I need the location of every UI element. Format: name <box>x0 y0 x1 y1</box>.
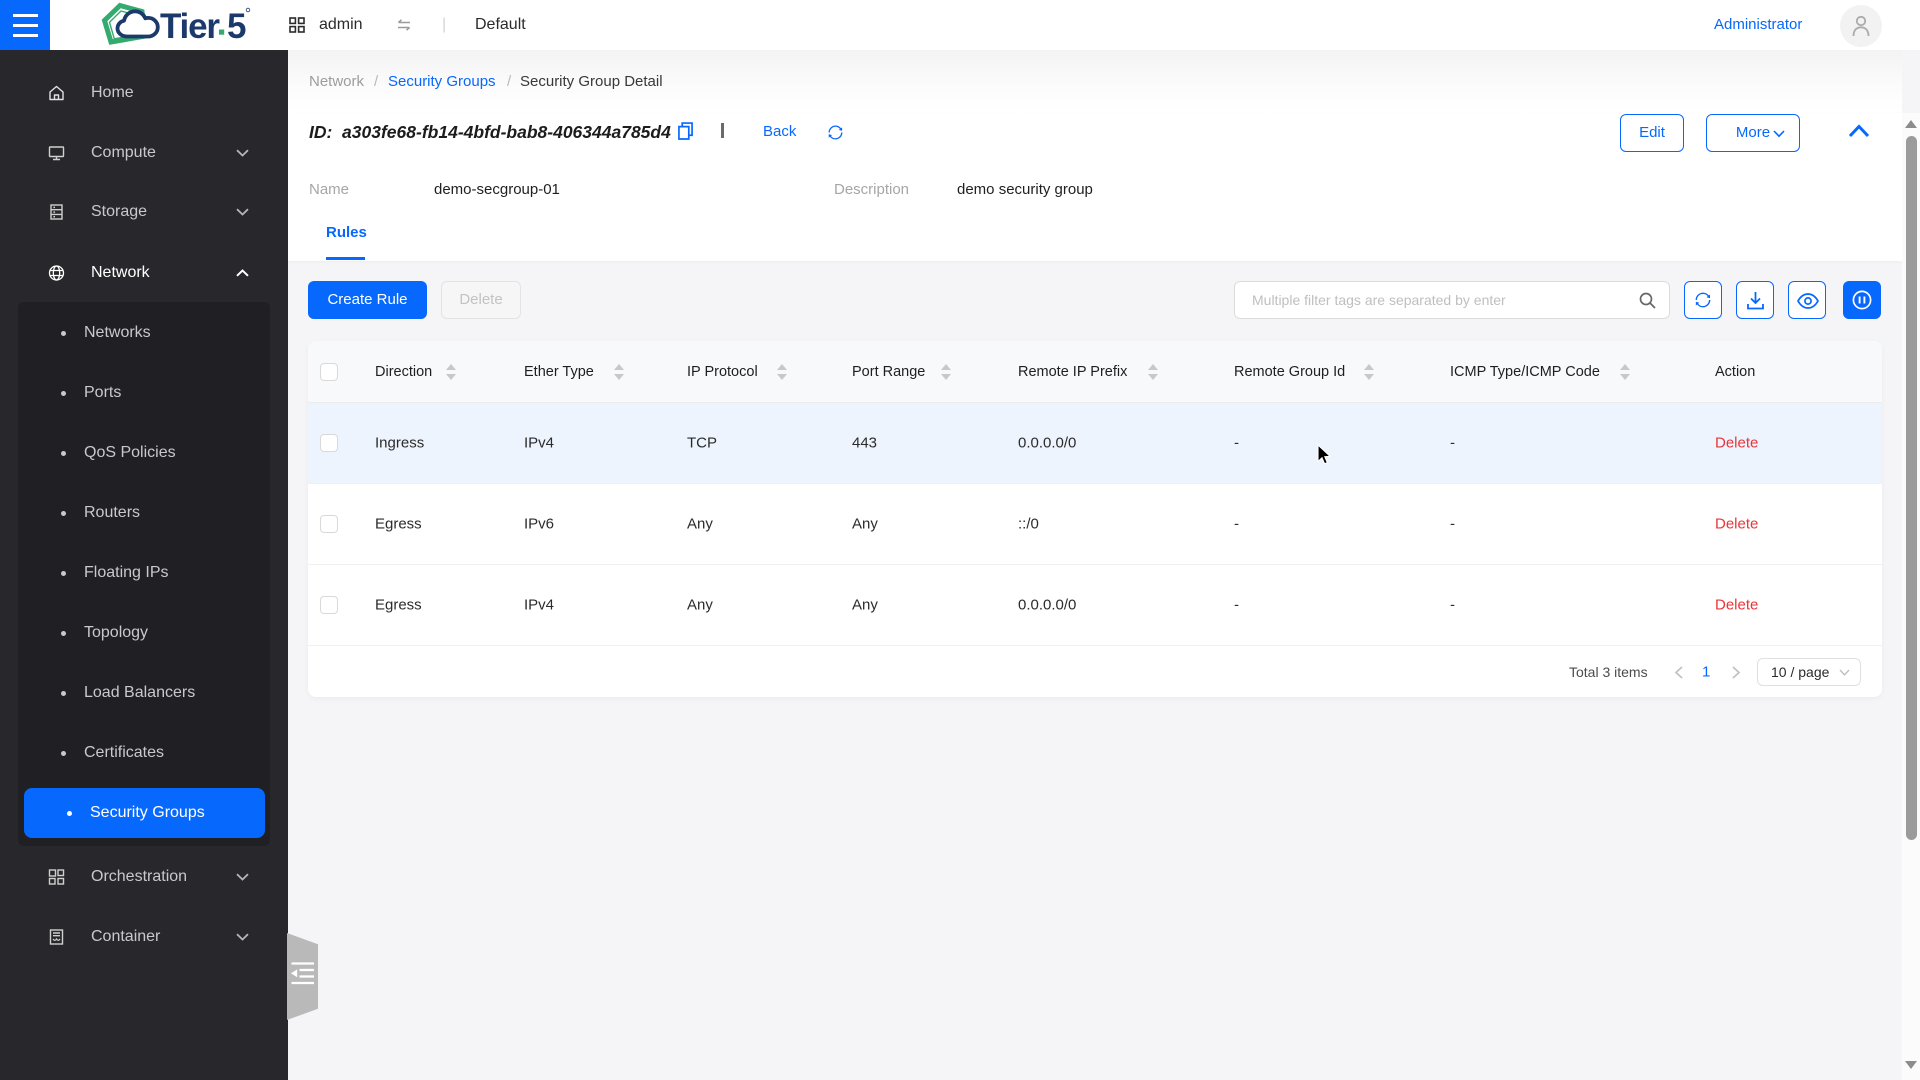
svg-text:5: 5 <box>227 7 246 46</box>
svg-text:Tier: Tier <box>160 7 220 46</box>
